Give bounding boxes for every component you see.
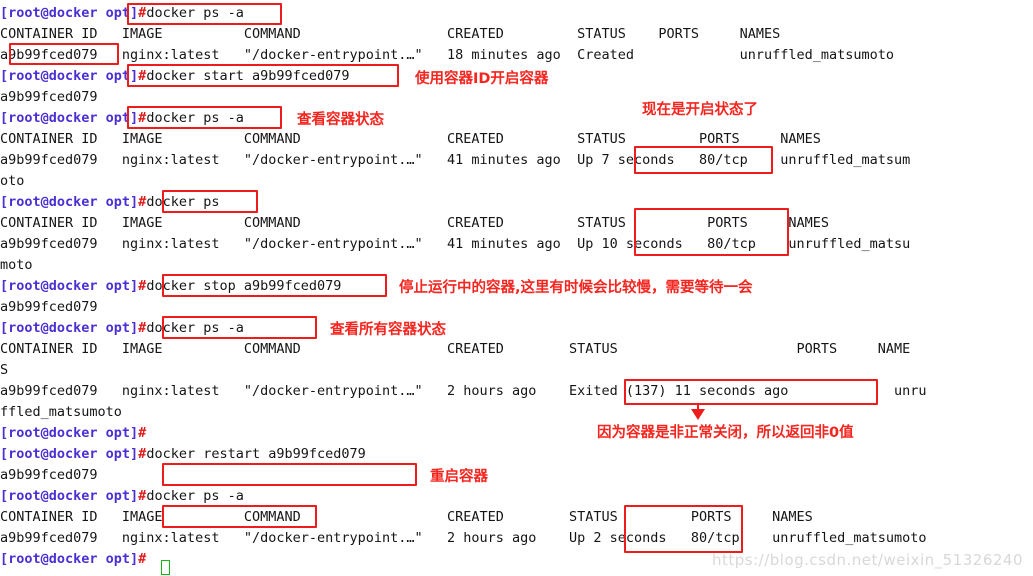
terminal-output-line: CONTAINER ID IMAGE COMMAND CREATED STATU… [0,129,821,150]
command-output: a9b99fced079 nginx:latest "/docker-entry… [0,47,895,63]
terminal-output-line: a9b99fced079 nginx:latest "/docker-entry… [0,381,927,402]
terminal-prompt-line: [root@docker opt]#docker ps [0,192,219,213]
command-output: a9b99fced079 [0,89,98,105]
annotation-restart: 重启容器 [430,469,488,485]
watermark: https://blog.csdn.net/weixin_51326240 [712,551,1024,569]
command-output: a9b99fced079 nginx:latest "/docker-entry… [0,152,911,168]
command-output: CONTAINER ID IMAGE COMMAND CREATED STATU… [0,509,813,525]
shell-prompt: [root@docker opt] [0,68,139,84]
terminal-output-line: S [0,360,8,381]
terminal-prompt-line: [root@docker opt]# [0,423,146,444]
shell-command: docker ps -a [146,488,244,504]
terminal-output-line: CONTAINER ID IMAGE COMMAND CREATED STATU… [0,24,780,45]
command-output: CONTAINER ID IMAGE COMMAND CREATED STATU… [0,341,911,357]
annotation-check-status: 查看容器状态 [297,112,384,128]
shell-command: docker start a9b99fced079 [146,68,350,84]
command-output: CONTAINER ID IMAGE COMMAND CREATED STATU… [0,215,830,231]
terminal-output-line: a9b99fced079 nginx:latest "/docker-entry… [0,234,910,255]
annotation-now-running: 现在是开启状态了 [642,102,758,118]
terminal-output-line: a9b99fced079 [0,87,98,108]
command-output: CONTAINER ID IMAGE COMMAND CREATED STATU… [0,26,781,42]
shell-prompt: [root@docker opt] [0,110,139,126]
terminal-output-line: oto [0,171,24,192]
command-output: S [0,362,9,378]
command-output: a9b99fced079 [0,467,98,483]
shell-prompt: [root@docker opt] [0,278,139,294]
shell-command: docker stop a9b99fced079 [146,278,342,294]
annotation-start-container: 使用容器ID开启容器 [415,71,549,87]
annotation-nonzero-exit: 因为容器是非正常关闭，所以返回非0值 [597,425,854,441]
prompt-hash: # [138,551,147,567]
annotation-check-all: 查看所有容器状态 [330,322,446,338]
shell-prompt: [root@docker opt] [0,446,139,462]
terminal-output-line: a9b99fced079 nginx:latest "/docker-entry… [0,45,894,66]
terminal-prompt-line: [root@docker opt]#docker start a9b99fced… [0,66,350,87]
terminal-prompt-line: [root@docker opt]# [0,549,146,570]
prompt-hash: # [138,425,147,441]
terminal-output-line: a9b99fced079 nginx:latest "/docker-entry… [0,150,910,171]
shell-prompt: [root@docker opt] [0,5,139,21]
terminal-output-line: a9b99fced079 [0,465,98,486]
shell-command: docker ps [146,194,220,210]
terminal-prompt-line: [root@docker opt]#docker ps -a [0,108,244,129]
terminal-prompt-line: [root@docker opt]#docker ps -a [0,486,244,507]
terminal-output-line: CONTAINER ID IMAGE COMMAND CREATED STATU… [0,507,813,528]
terminal-output-line: CONTAINER ID IMAGE COMMAND CREATED STATU… [0,213,829,234]
shell-prompt: [root@docker opt] [0,194,139,210]
command-output: moto [0,257,33,273]
command-output: a9b99fced079 [0,299,98,315]
command-output: CONTAINER ID IMAGE COMMAND CREATED STATU… [0,131,821,147]
terminal-prompt-line: [root@docker opt]#docker ps -a [0,3,244,24]
command-output: a9b99fced079 nginx:latest "/docker-entry… [0,383,927,399]
command-output: a9b99fced079 nginx:latest "/docker-entry… [0,530,927,546]
terminal-output-line: ffled_matsumoto [0,402,122,423]
terminal-output-line: moto [0,255,33,276]
shell-prompt: [root@docker opt] [0,551,139,567]
annotation-arrow-down-icon [691,409,705,420]
terminal-prompt-line: [root@docker opt]#docker stop a9b99fced0… [0,276,341,297]
command-output: a9b99fced079 nginx:latest "/docker-entry… [0,236,911,252]
terminal-output-line: CONTAINER ID IMAGE COMMAND CREATED STATU… [0,339,910,360]
shell-prompt: [root@docker opt] [0,425,139,441]
shell-prompt: [root@docker opt] [0,488,139,504]
terminal-cursor [161,560,170,575]
command-output: ffled_matsumoto [0,404,122,420]
annotation-stop-container: 停止运行中的容器,这里有时候会比较慢，需要等待一会 [399,280,753,296]
terminal-prompt-line: [root@docker opt]#docker ps -a [0,318,244,339]
shell-prompt: [root@docker opt] [0,320,139,336]
terminal-output-line: a9b99fced079 nginx:latest "/docker-entry… [0,528,927,549]
shell-command: docker ps -a [146,110,244,126]
shell-command: docker restart a9b99fced079 [146,446,366,462]
terminal-prompt-line: [root@docker opt]#docker restart a9b99fc… [0,444,366,465]
terminal-output-line: a9b99fced079 [0,297,98,318]
shell-command: docker ps -a [146,320,244,336]
command-output: oto [0,173,25,189]
shell-command: docker ps -a [146,5,244,21]
